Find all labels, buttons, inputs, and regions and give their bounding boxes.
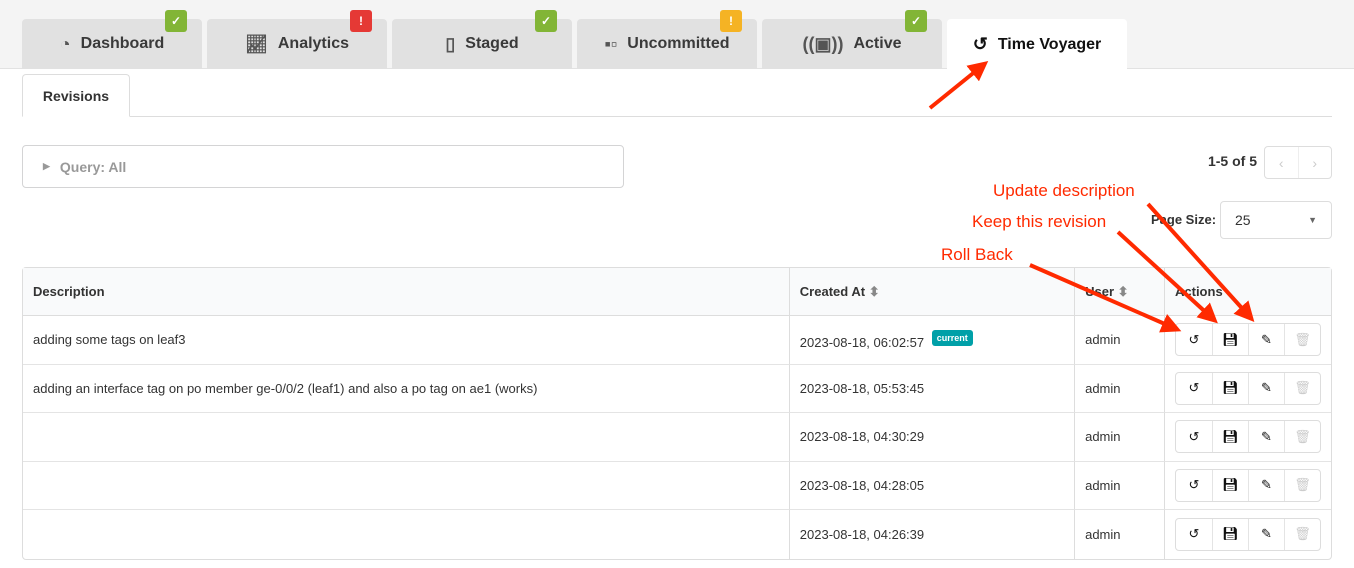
caret-down-icon: ▼ xyxy=(1308,215,1317,225)
user-cell: admin xyxy=(1074,316,1164,365)
tab-uncommitted[interactable]: ▪▫ Uncommitted! xyxy=(577,10,757,69)
annotation-roll-back: Roll Back xyxy=(941,245,1013,264)
prev-page-button[interactable]: ‹ xyxy=(1265,147,1299,178)
action-buttons: ↺ 💾︎ ✎ 🗑︎ xyxy=(1175,468,1321,502)
actions-cell: ↺ 💾︎ ✎ 🗑︎ xyxy=(1164,316,1331,365)
sort-icon: ⬍ xyxy=(1117,283,1129,299)
action-buttons: ↺ 💾︎ ✎ 🗑︎ xyxy=(1175,323,1321,357)
user-cell: admin xyxy=(1074,364,1164,413)
chart-line-icon: 📈︎ xyxy=(245,33,268,54)
divider xyxy=(22,116,1332,117)
history-icon: ↺ xyxy=(972,34,988,54)
description-cell xyxy=(23,510,789,559)
edit-description-button[interactable]: ✎ xyxy=(1248,469,1284,501)
created-at-cell: 2023-08-18, 04:26:39 xyxy=(788,510,1074,559)
description-cell: adding an interface tag on po member ge-… xyxy=(23,365,789,413)
delete-button[interactable]: 🗑︎ xyxy=(1284,421,1320,453)
created-at-cell: 2023-08-18, 04:30:29 xyxy=(788,413,1075,462)
top-tab-bar: ◔ Dashboard ✓ 📈︎ Analytics! ▯ Staged ✓ ▪▫ Unco… xyxy=(0,0,1354,70)
status-ok-icon: ✓ xyxy=(165,10,187,32)
delete-button[interactable]: 🗑︎ xyxy=(1284,324,1320,356)
description-cell: adding some tags on leaf3 xyxy=(23,316,789,365)
keep-revision-button[interactable]: 💾︎ xyxy=(1212,469,1248,501)
edit-description-button[interactable]: ✎ xyxy=(1248,421,1284,453)
annotation-update-description: Update description xyxy=(993,181,1135,200)
tab-active[interactable]: ((▣)) Active ✓ xyxy=(762,10,942,69)
boxes-icon: ▪▫ xyxy=(604,33,618,54)
created-at-cell: 2023-08-18, 04:28:05 xyxy=(788,461,1075,510)
annotation-keep-revision: Keep this revision xyxy=(972,212,1107,231)
tab-revisions[interactable]: Revisions xyxy=(22,74,130,117)
user-cell: admin xyxy=(1074,413,1164,462)
tab-time-voyager[interactable]: ↺ Time Voyager xyxy=(947,19,1127,70)
status-warning-icon: ! xyxy=(720,10,742,32)
actions-cell: ↺ 💾︎ ✎ 🗑︎ xyxy=(1164,413,1331,462)
current-badge: current xyxy=(931,329,973,346)
arrow-time-voyager xyxy=(928,60,989,110)
action-buttons: ↺ 💾︎ ✎ 🗑︎ xyxy=(1175,420,1321,454)
action-buttons: ↺ 💾︎ ✎ 🗑︎ xyxy=(1175,517,1321,551)
actions-cell: ↺ 💾︎ ✎ 🗑︎ xyxy=(1164,461,1331,510)
created-at-cell: 2023-08-18, 05:53:45 xyxy=(788,364,1075,413)
revisions-table: Description Created At ⬍ User ⬍ Actions … xyxy=(22,267,1332,560)
page-size-label: Page Size: xyxy=(1151,212,1217,227)
actions-cell: ↺ 💾︎ ✎ 🗑︎ xyxy=(1164,510,1331,559)
status-ok-icon: ✓ xyxy=(535,10,557,32)
column-description: Description xyxy=(23,268,789,316)
created-at-cell: 2023-08-18, 06:02:57 current xyxy=(788,316,1075,365)
delete-button[interactable]: 🗑︎ xyxy=(1284,518,1320,550)
description-cell xyxy=(23,462,789,510)
rollback-button[interactable]: ↺ xyxy=(1176,373,1212,404)
keep-revision-button[interactable]: 💾︎ xyxy=(1212,518,1248,550)
rollback-button[interactable]: ↺ xyxy=(1176,519,1212,550)
user-cell: admin xyxy=(1074,510,1164,559)
caret-right-icon: ▶ xyxy=(43,161,50,171)
rollback-button[interactable]: ↺ xyxy=(1176,421,1212,452)
tab-analytics[interactable]: 📈︎ Analytics! xyxy=(207,10,387,69)
edit-description-button[interactable]: ✎ xyxy=(1248,372,1284,404)
broadcast-icon: ((▣)) xyxy=(802,33,844,54)
status-ok-icon: ✓ xyxy=(905,10,927,32)
tab-staged[interactable]: ▯ Staged ✓ xyxy=(392,10,572,69)
edit-description-button[interactable]: ✎ xyxy=(1248,518,1284,550)
edit-description-button[interactable]: ✎ xyxy=(1248,324,1284,356)
pagination: ‹ › xyxy=(1264,146,1332,179)
action-buttons: ↺ 💾︎ ✎ 🗑︎ xyxy=(1175,371,1321,405)
delete-button[interactable]: 🗑︎ xyxy=(1284,372,1320,404)
query-accordion[interactable]: ▶ Query: All xyxy=(22,145,624,188)
table-row: 2023-08-18, 04:28:05 admin ↺ 💾︎ ✎ 🗑︎ xyxy=(23,461,1331,510)
delete-button[interactable]: 🗑︎ xyxy=(1284,469,1320,501)
column-created-at[interactable]: Created At ⬍ xyxy=(788,268,1075,316)
rollback-button[interactable]: ↺ xyxy=(1176,470,1212,501)
rollback-button[interactable]: ↺ xyxy=(1176,324,1212,355)
sort-icon: ⬍ xyxy=(868,283,880,299)
table-row: 2023-08-18, 04:26:39 admin ↺ 💾︎ ✎ 🗑︎ xyxy=(23,510,1331,559)
column-user[interactable]: User ⬍ xyxy=(1074,268,1164,316)
table-row: adding some tags on leaf3 2023-08-18, 06… xyxy=(23,316,1331,365)
gauge-icon: ◔ xyxy=(59,33,71,54)
pagination-info: 1-5 of 5 xyxy=(1207,153,1257,169)
status-error-icon: ! xyxy=(350,10,372,32)
page-size-select[interactable]: 25 ▼ xyxy=(1220,201,1332,239)
description-cell xyxy=(23,413,789,462)
next-page-button[interactable]: › xyxy=(1299,147,1332,178)
user-cell: admin xyxy=(1074,461,1164,510)
tab-dashboard[interactable]: ◔ Dashboard ✓ xyxy=(22,10,202,69)
file-icon: ▯ xyxy=(445,33,456,54)
keep-revision-button[interactable]: 💾︎ xyxy=(1212,324,1248,356)
table-row: 2023-08-18, 04:30:29 admin ↺ 💾︎ ✎ 🗑︎ xyxy=(23,413,1331,462)
actions-cell: ↺ 💾︎ ✎ 🗑︎ xyxy=(1164,364,1331,413)
column-actions: Actions xyxy=(1164,268,1331,316)
keep-revision-button[interactable]: 💾︎ xyxy=(1212,421,1248,453)
table-row: adding an interface tag on po member ge-… xyxy=(23,364,1331,413)
keep-revision-button[interactable]: 💾︎ xyxy=(1212,372,1248,404)
